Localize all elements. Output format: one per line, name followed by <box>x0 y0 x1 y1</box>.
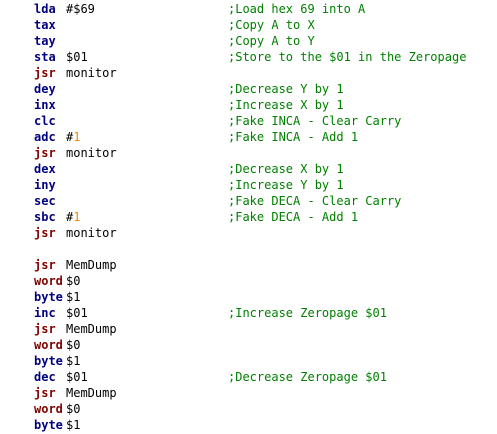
operand: $1 <box>66 354 81 368</box>
mnemonic: inc <box>34 306 56 320</box>
operand: MemDump <box>66 258 117 272</box>
comment: ;Decrease Y by 1 <box>228 82 344 96</box>
mnemonic: dec <box>34 370 56 384</box>
code-line[interactable]: jsr MemDump <box>0 385 497 401</box>
mnemonic: dey <box>34 82 56 96</box>
code-line[interactable]: clc ;Fake INCA - Clear Carry <box>0 113 497 129</box>
operand: $0 <box>66 338 81 352</box>
mnemonic: word <box>34 402 63 416</box>
mnemonic: byte <box>34 354 63 368</box>
mnemonic: tax <box>34 18 56 32</box>
mnemonic: adc <box>34 130 56 144</box>
operand: $01 <box>66 50 88 64</box>
comment: ;Decrease X by 1 <box>228 162 344 176</box>
code-line[interactable]: jsr monitor <box>0 225 497 241</box>
mnemonic: jsr <box>34 322 56 336</box>
operand: MemDump <box>66 322 117 336</box>
operand: monitor <box>66 66 117 80</box>
operand: #$69 <box>66 2 95 16</box>
code-line[interactable]: dec $01 ;Decrease Zeropage $01 <box>0 369 497 385</box>
mnemonic: tay <box>34 34 56 48</box>
mnemonic: inx <box>34 98 56 112</box>
comment: ;Fake DECA - Clear Carry <box>228 194 402 208</box>
mnemonic: byte <box>34 290 63 304</box>
comment: ;Store to the $01 in the Zeropage <box>228 50 467 64</box>
code-line[interactable]: iny ;Increase Y by 1 <box>0 177 497 193</box>
code-line[interactable]: byte $1 <box>0 417 497 433</box>
comment: ;Load hex 69 into A <box>228 2 366 16</box>
operand: $1 <box>66 418 81 432</box>
code-line[interactable]: dex ;Decrease X by 1 <box>0 161 497 177</box>
code-line[interactable]: jsr MemDump <box>0 321 497 337</box>
code-line[interactable]: word $0 <box>0 337 497 353</box>
code-line[interactable]: sec ;Fake DECA - Clear Carry <box>0 193 497 209</box>
code-line[interactable]: word $0 <box>0 401 497 417</box>
code-line[interactable]: jsr monitor <box>0 145 497 161</box>
operand: $01 <box>66 370 88 384</box>
comment: ;Decrease Zeropage $01 <box>228 370 387 384</box>
mnemonic: jsr <box>34 258 56 272</box>
comment: ;Increase X by 1 <box>228 98 344 112</box>
code-line[interactable]: adc #1 ;Fake INCA - Add 1 <box>0 129 497 145</box>
mnemonic: jsr <box>34 226 56 240</box>
comment: ;Copy A to Y <box>228 34 315 48</box>
mnemonic: jsr <box>34 146 56 160</box>
comment: ;Copy A to X <box>228 18 315 32</box>
mnemonic: sec <box>34 194 56 208</box>
code-line[interactable]: dey ;Decrease Y by 1 <box>0 81 497 97</box>
code-line[interactable]: byte $1 <box>0 289 497 305</box>
blank-line[interactable] <box>0 241 497 257</box>
code-line[interactable]: lda #$69 ;Load hex 69 into A <box>0 1 497 17</box>
code-line[interactable]: inc $01 ;Increase Zeropage $01 <box>0 305 497 321</box>
operand: $0 <box>66 402 81 416</box>
mnemonic: byte <box>34 418 63 432</box>
operand: $1 <box>66 290 81 304</box>
mnemonic: word <box>34 338 63 352</box>
operand: $0 <box>66 274 81 288</box>
comment: ;Increase Y by 1 <box>228 178 344 192</box>
mnemonic: iny <box>34 178 56 192</box>
mnemonic: jsr <box>34 386 56 400</box>
code-line[interactable]: sta $01 ;Store to the $01 in the Zeropage <box>0 49 497 65</box>
code-line[interactable]: jsr MemDump <box>0 257 497 273</box>
operand: #1 <box>66 210 81 224</box>
code-line[interactable]: sbc #1 ;Fake DECA - Add 1 <box>0 209 497 225</box>
mnemonic: sbc <box>34 210 56 224</box>
mnemonic: word <box>34 274 63 288</box>
mnemonic: lda <box>34 2 56 16</box>
code-line[interactable]: byte $1 <box>0 353 497 369</box>
operand: monitor <box>66 146 117 160</box>
comment: ;Fake INCA - Add 1 <box>228 130 359 144</box>
mnemonic: clc <box>34 114 56 128</box>
code-line[interactable]: tax ;Copy A to X <box>0 17 497 33</box>
operand: monitor <box>66 226 117 240</box>
comment: ;Fake DECA - Add 1 <box>228 210 359 224</box>
mnemonic: jsr <box>34 66 56 80</box>
mnemonic: sta <box>34 50 56 64</box>
comment: ;Increase Zeropage $01 <box>228 306 387 320</box>
mnemonic: dex <box>34 162 56 176</box>
code-editor[interactable]: lda #$69 ;Load hex 69 into A tax ;Copy A to … <box>0 0 497 434</box>
code-line[interactable]: word $0 <box>0 273 497 289</box>
operand: MemDump <box>66 386 117 400</box>
comment: ;Fake INCA - Clear Carry <box>228 114 402 128</box>
code-line[interactable]: tay ;Copy A to Y <box>0 33 497 49</box>
operand: #1 <box>66 130 81 144</box>
code-line[interactable]: inx ;Increase X by 1 <box>0 97 497 113</box>
operand: $01 <box>66 306 88 320</box>
code-line[interactable]: jsr monitor <box>0 65 497 81</box>
